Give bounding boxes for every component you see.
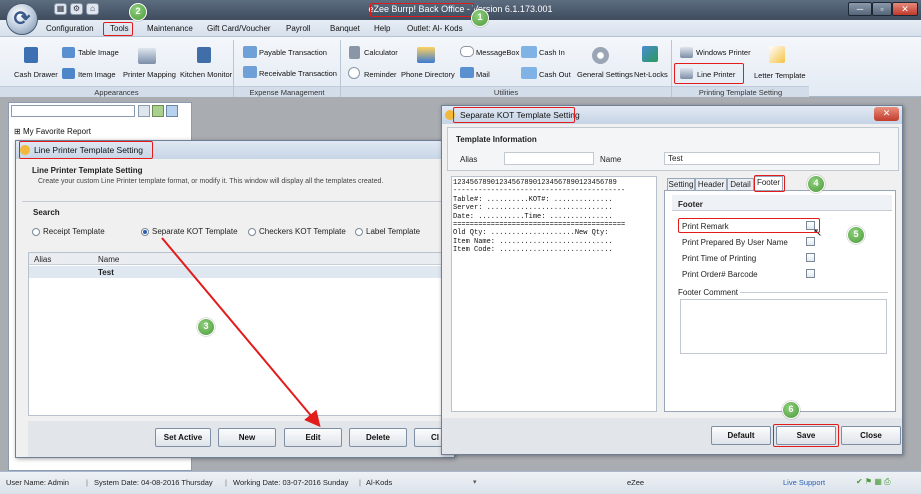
status-working-date: Working Date: 03-07-2016 Sunday — [233, 478, 349, 487]
step-badge-5: 5 — [847, 226, 865, 244]
step-badge-1: 1 — [471, 9, 489, 27]
status-outlet: Al-Kods — [366, 478, 393, 487]
live-support-link[interactable]: Live Support — [783, 478, 825, 487]
status-app: eZee — [627, 478, 645, 487]
status-dropdown-icon[interactable]: ▾ — [473, 478, 477, 486]
status-system-date: System Date: 04-08-2016 Thursday — [94, 478, 213, 487]
step-badge-2: 2 — [129, 3, 147, 21]
step-badge-3: 3 — [197, 318, 215, 336]
step-badge-4: 4 — [807, 175, 825, 193]
app-menu-orb-icon[interactable]: ⟳ — [6, 3, 38, 35]
arrow-line — [161, 237, 321, 428]
status-tray-icons[interactable]: ✔ ⚑ ▦ ⎙ — [856, 477, 891, 487]
status-sep: | — [359, 478, 361, 487]
instruction-arrow — [161, 237, 321, 428]
status-user: User Name: Admin — [6, 478, 69, 487]
step-badge-6: 6 — [782, 401, 800, 419]
status-sep: | — [86, 478, 88, 487]
status-sep: | — [225, 478, 227, 487]
